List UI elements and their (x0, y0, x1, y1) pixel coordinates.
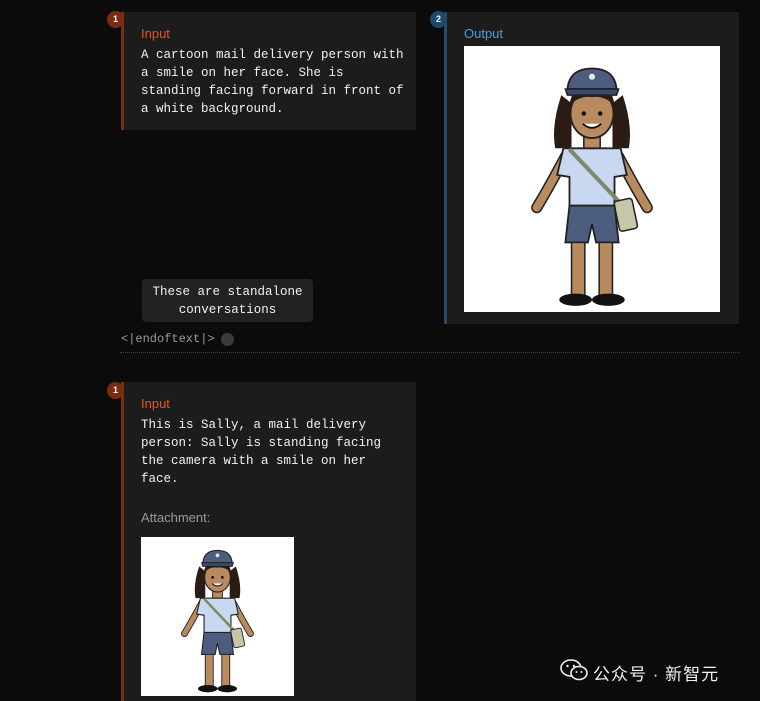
output-image (464, 46, 720, 312)
output-heading: Output (464, 26, 504, 41)
mail-carrier-illustration-icon (141, 537, 294, 696)
conv1-input-card: Input A cartoon mail delivery person wit… (121, 12, 416, 130)
conv1-output-card: Output (444, 12, 739, 324)
conv1-input-step-badge: 1 (107, 11, 124, 28)
conv1-output-step-badge: 2 (430, 11, 447, 28)
attachment-image[interactable] (141, 537, 294, 696)
output-accent-border (444, 12, 447, 324)
info-dot-icon[interactable] (221, 333, 234, 346)
input-accent-border (121, 12, 124, 130)
end-of-text-token: <|endoftext|> (121, 332, 215, 346)
wechat-icon (560, 659, 588, 681)
attachment-label: Attachment: (141, 510, 211, 525)
mail-carrier-illustration-icon (464, 46, 720, 312)
input-accent-border (121, 382, 124, 701)
conv2-input-card: Input This is Sally, a mail delivery per… (121, 382, 416, 701)
standalone-tooltip: These are standalone conversations (142, 279, 313, 322)
watermark-text: 公众号 · 新智元 (593, 665, 720, 684)
input-prompt-text: This is Sally, a mail delivery person: S… (141, 418, 382, 486)
input-heading: Input (141, 396, 170, 411)
conv2-input-step-badge: 1 (107, 382, 124, 399)
input-prompt-text: A cartoon mail delivery person with a sm… (141, 48, 404, 116)
input-heading: Input (141, 26, 170, 41)
conversation-divider (120, 352, 740, 353)
